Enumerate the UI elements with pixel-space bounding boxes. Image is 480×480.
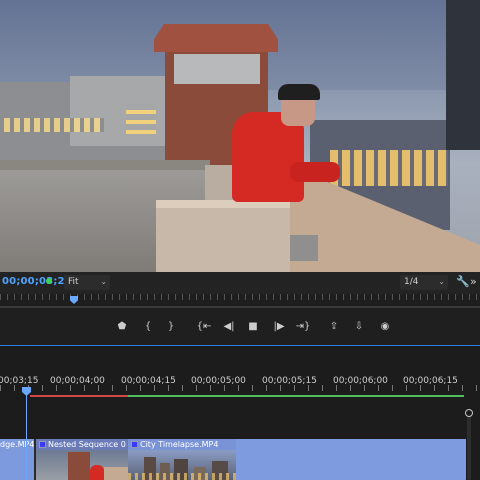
- zoom-level-select[interactable]: Fit ⌄: [64, 275, 110, 290]
- concrete-wall: [156, 202, 310, 272]
- status-dot-icon: [46, 278, 52, 284]
- thumb-wall: [104, 467, 128, 480]
- thumb-lights: [128, 473, 236, 480]
- scroll-knob[interactable]: [465, 409, 473, 417]
- wrench-icon[interactable]: 🔧: [456, 275, 470, 289]
- step-forward-button[interactable]: |▶: [271, 320, 287, 334]
- lit-windows: [4, 118, 104, 132]
- resolution-value: 1/4: [404, 277, 419, 287]
- clip-nested-sequence[interactable]: Nested Sequence 0: [36, 439, 128, 480]
- clip-city-timelapse[interactable]: City Timelapse.MP4: [128, 439, 236, 480]
- clip-label: Nested Sequence 0: [48, 440, 126, 449]
- render-bar-red: [30, 395, 128, 397]
- clip-label: dge.MP4: [0, 440, 34, 449]
- fx-icon: [131, 441, 138, 448]
- monitor-controls-bar: 00;00;03;20 Fit ⌄ 1/4 ⌄ 🔧 »: [0, 272, 480, 294]
- lit-windows-2: [126, 104, 156, 134]
- playhead-line[interactable]: [26, 395, 27, 480]
- playhead-timecode[interactable]: 00;00;03;20: [2, 276, 72, 287]
- mark-out-button[interactable]: }: [163, 320, 179, 334]
- camera-icon[interactable]: ◉: [377, 320, 393, 334]
- video-track: dge.MP4 Nested Sequence 0 City Timelapse…: [0, 439, 466, 480]
- playback-resolution-select[interactable]: 1/4 ⌄: [400, 275, 448, 290]
- wall-bracket: [290, 235, 318, 261]
- render-bar-green: [128, 395, 464, 397]
- ruler-ticks: [0, 385, 480, 391]
- tower-windows: [174, 54, 260, 84]
- mini-scroll-bar[interactable]: [0, 306, 480, 308]
- extract-button[interactable]: ⇩: [351, 320, 367, 334]
- lift-button[interactable]: ⇪: [326, 320, 342, 334]
- program-monitor-video: [0, 0, 480, 272]
- premiere-window: 00;00;03;20 Fit ⌄ 1/4 ⌄ 🔧 » ⬟ { } {⇤ ◀| …: [0, 0, 480, 480]
- add-marker-button[interactable]: ⬟: [114, 320, 130, 334]
- more-icon[interactable]: »: [470, 275, 477, 288]
- vertical-scrollbar[interactable]: [467, 411, 471, 480]
- clip-empty-blue[interactable]: [236, 439, 466, 480]
- clip-label-wrap: City Timelapse.MP4: [131, 440, 218, 449]
- clip-dge[interactable]: dge.MP4: [0, 439, 34, 480]
- person-arm: [290, 162, 340, 182]
- deck-edge: [0, 160, 210, 170]
- clip-label: City Timelapse.MP4: [140, 440, 219, 449]
- go-to-in-button[interactable]: {⇤: [196, 320, 212, 334]
- timeline-panel: 00;03;15 00;00;04;00 00;00;04;15 00;00;0…: [0, 347, 480, 480]
- clip-label-wrap: Nested Sequence 0: [39, 440, 126, 449]
- step-back-button[interactable]: ◀|: [221, 320, 237, 334]
- transport-controls: ⬟ { } {⇤ ◀| ■ |▶ ⇥} ⇪ ⇩ ◉: [0, 310, 480, 346]
- zoom-level-value: Fit: [68, 277, 79, 287]
- chevron-down-icon: ⌄: [100, 277, 107, 286]
- tower-roof: [154, 24, 278, 52]
- fx-icon: [39, 441, 46, 448]
- mark-in-button[interactable]: {: [140, 320, 156, 334]
- thumb-person: [90, 465, 104, 480]
- chevron-down-icon: ⌄: [438, 277, 445, 286]
- person-cap: [278, 84, 320, 100]
- monitor-mini-ruler[interactable]: [0, 294, 480, 310]
- mini-playhead-icon[interactable]: [70, 296, 78, 304]
- thumb-tower: [68, 452, 90, 480]
- city-lights: [330, 150, 448, 186]
- stop-button[interactable]: ■: [245, 320, 261, 334]
- go-to-out-button[interactable]: ⇥}: [295, 320, 311, 334]
